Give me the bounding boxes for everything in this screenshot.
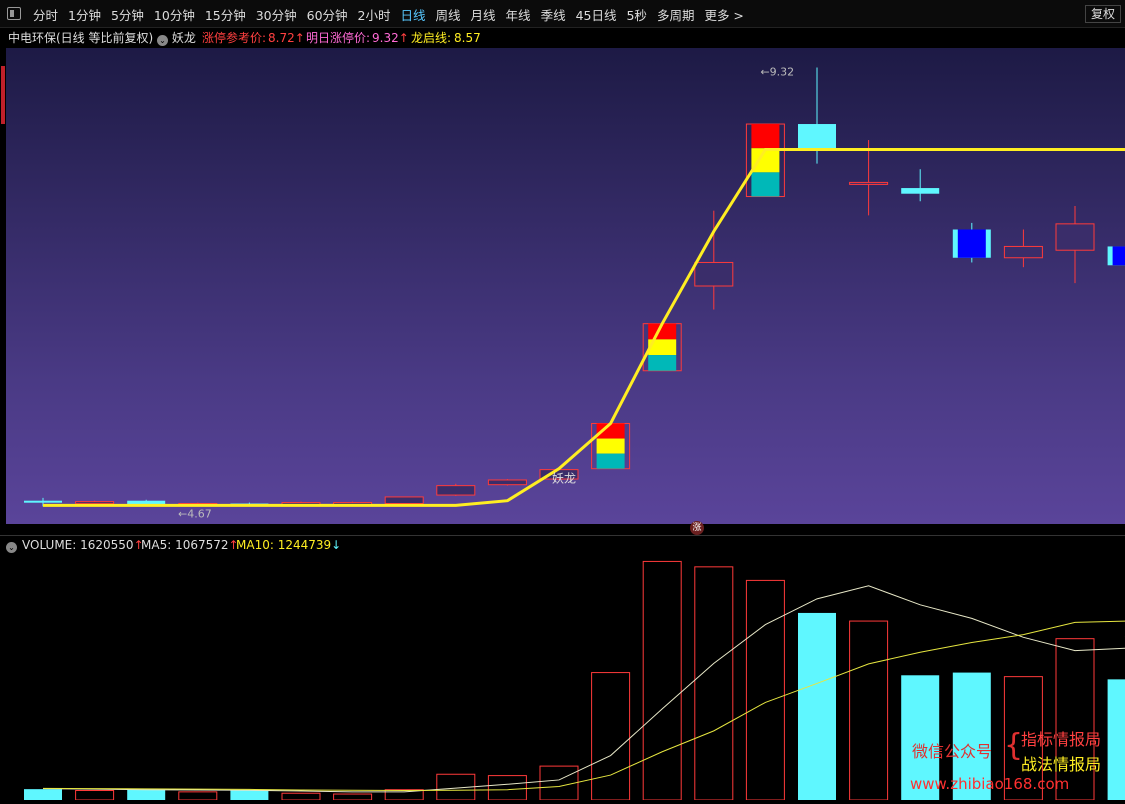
volume-bar-21 bbox=[1107, 679, 1125, 800]
limit-block-teal bbox=[596, 453, 625, 469]
limit-block-red bbox=[751, 124, 780, 149]
body bbox=[901, 188, 940, 194]
period-tab-5[interactable]: 30分钟 bbox=[256, 5, 297, 24]
body bbox=[127, 500, 166, 505]
period-tab-4[interactable]: 15分钟 bbox=[205, 5, 246, 24]
volume-chart[interactable] bbox=[6, 552, 1125, 801]
body bbox=[798, 124, 836, 150]
candle-9 bbox=[487, 479, 527, 486]
candle-11 bbox=[591, 422, 631, 470]
volume-bar-4 bbox=[230, 790, 269, 800]
volume-bar-9 bbox=[487, 775, 527, 801]
next-limit-value: 9.32↑ bbox=[372, 31, 409, 45]
candle-17 bbox=[901, 169, 940, 202]
limit-block-yellow bbox=[596, 438, 625, 454]
dragon-line-value: 8.57 bbox=[454, 31, 481, 45]
period-tab-1[interactable]: 1分钟 bbox=[68, 5, 101, 24]
period-tab-11[interactable]: 年线 bbox=[506, 5, 531, 24]
body-inner bbox=[957, 229, 986, 258]
period-tab-9[interactable]: 周线 bbox=[436, 5, 461, 24]
candlestick-chart[interactable]: ←4.67 ←9.32 妖龙 bbox=[6, 48, 1125, 524]
watermark-line1: 指标情报局 bbox=[1021, 730, 1102, 749]
left-axis-marker bbox=[1, 66, 5, 124]
limit-block-teal bbox=[751, 172, 780, 197]
limit-ref-value: 8.72↑ bbox=[268, 31, 305, 45]
candle-16 bbox=[849, 140, 889, 216]
period-tab-13[interactable]: 45日线 bbox=[576, 5, 617, 24]
limit-block-teal bbox=[648, 355, 677, 371]
limit-ref-label: 涨停参考价: bbox=[202, 31, 267, 45]
candle-8 bbox=[436, 483, 476, 496]
period-tab-12[interactable]: 季线 bbox=[541, 5, 566, 24]
yaolong-label: 妖龙 bbox=[552, 472, 576, 486]
period-tab-0[interactable]: 分时 bbox=[33, 5, 58, 24]
stock-title: 中电环保(日线 等比前复权) bbox=[8, 31, 154, 45]
period-tabs: 分时 1分钟 5分钟 10分钟 15分钟 30分钟 60分钟 2小时 日线 周线 月线 年线 季线 45日… bbox=[33, 5, 754, 24]
body bbox=[75, 501, 115, 505]
zhang-badge: 涨 bbox=[690, 521, 704, 535]
body bbox=[487, 479, 527, 486]
chevron-down-icon: ⌄ bbox=[157, 35, 168, 46]
candlestick-svg: ←4.67 ←9.32 妖龙 bbox=[24, 66, 1125, 520]
volume-bar-12 bbox=[642, 560, 682, 801]
body bbox=[694, 261, 734, 287]
volume-bar-0 bbox=[24, 789, 62, 800]
body bbox=[384, 496, 424, 505]
period-tab-15[interactable]: 多周期 bbox=[657, 5, 695, 24]
dragon-line-label: 龙启线: bbox=[411, 31, 452, 45]
body-inner bbox=[1112, 246, 1125, 266]
panel-divider bbox=[0, 524, 1125, 536]
candle-18 bbox=[952, 222, 991, 263]
watermark-wechat: 微信公众号 bbox=[912, 742, 993, 761]
period-tab-7[interactable]: 2小时 bbox=[358, 5, 391, 24]
body bbox=[24, 500, 62, 503]
volume-bar-1 bbox=[75, 790, 115, 801]
next-limit-label: 明日涨停价: bbox=[306, 31, 371, 45]
candle-14 bbox=[745, 123, 785, 198]
volume-bar-11 bbox=[591, 672, 631, 801]
watermark-url: www.zhibiao168.com bbox=[910, 775, 1070, 793]
candle-20 bbox=[1055, 205, 1095, 284]
period-tab-14[interactable]: 5秒 bbox=[626, 5, 646, 24]
low-price-label: ←4.67 bbox=[178, 507, 212, 520]
volume-svg bbox=[24, 560, 1125, 801]
fuquan-button[interactable]: 复权 bbox=[1085, 5, 1121, 23]
period-tab-10[interactable]: 月线 bbox=[471, 5, 496, 24]
body bbox=[1003, 245, 1043, 259]
indicator-selector[interactable]: ⌄ 妖龙 bbox=[157, 28, 196, 48]
watermark-line2: 战法情报局 bbox=[1021, 755, 1102, 774]
panel-toggle-icon[interactable] bbox=[7, 7, 21, 20]
period-tab-2[interactable]: 5分钟 bbox=[111, 5, 144, 24]
volume-bar-13 bbox=[694, 566, 734, 801]
volume-bar-2 bbox=[127, 789, 166, 800]
candle-7 bbox=[384, 496, 424, 505]
volume-bar-3 bbox=[178, 791, 218, 801]
dragon-line bbox=[43, 147, 1125, 507]
period-toolbar: 分时 1分钟 5分钟 10分钟 15分钟 30分钟 60分钟 2小时 日线 周线 月线 年线 季线 45日… bbox=[0, 0, 1125, 28]
body bbox=[849, 181, 889, 185]
high-price-label: ←9.32 bbox=[760, 66, 794, 79]
body bbox=[436, 485, 476, 496]
period-tab-6[interactable]: 60分钟 bbox=[307, 5, 348, 24]
volume-bar-14 bbox=[745, 579, 785, 801]
indicator-name: 妖龙 bbox=[171, 31, 196, 45]
body bbox=[1055, 223, 1095, 251]
period-tab-3[interactable]: 10分钟 bbox=[154, 5, 195, 24]
volume-bar-6 bbox=[333, 793, 373, 801]
period-tab-8[interactable]: 日线 bbox=[401, 5, 426, 24]
candle-21 bbox=[1107, 246, 1125, 266]
volume-bar-16 bbox=[849, 620, 889, 801]
volume-bar-15 bbox=[798, 612, 836, 800]
period-tab-16[interactable]: 更多 > bbox=[704, 5, 743, 24]
main-info-line: 中电环保(日线 等比前复权) ⌄ 妖龙 涨停参考价: 8.72↑ 明日涨停价: … bbox=[0, 28, 1125, 48]
candle-13 bbox=[694, 210, 734, 310]
volume-bar-5 bbox=[281, 792, 321, 801]
candle-19 bbox=[1003, 229, 1043, 268]
